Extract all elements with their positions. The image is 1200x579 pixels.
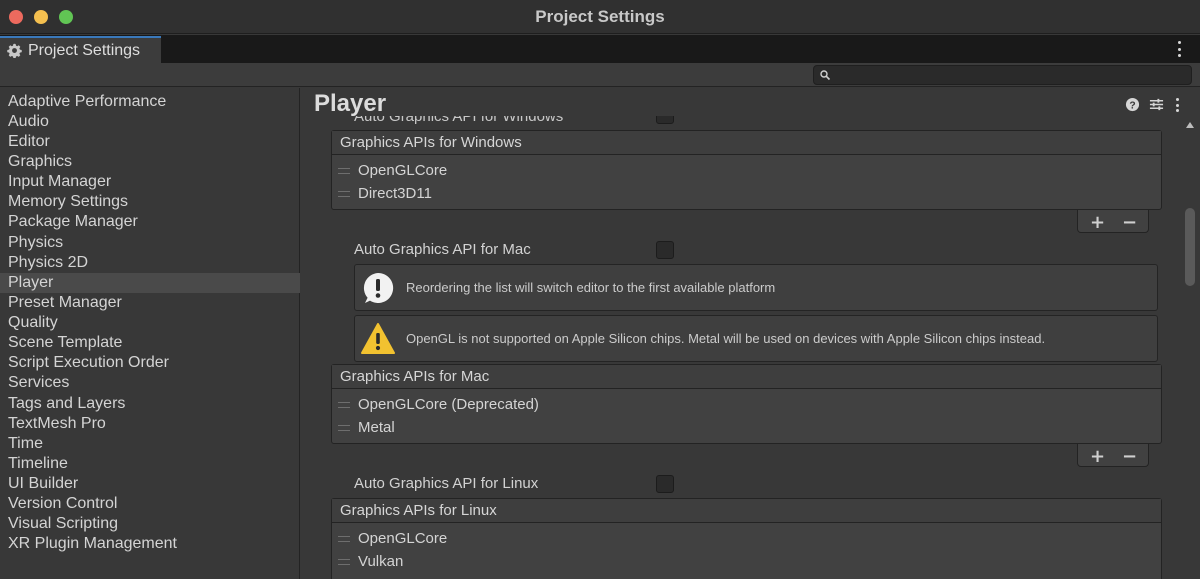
warning-message: OpenGL is not supported on Apple Silicon… [406, 331, 1046, 346]
sidebar-item-physics[interactable]: Physics [0, 233, 300, 253]
list-item-label: Metal [358, 419, 395, 436]
list-header: Graphics APIs for Mac [332, 365, 1161, 389]
warning-helpbox: OpenGL is not supported on Apple Silicon… [354, 315, 1158, 362]
sidebar-item-script-execution-order[interactable]: Script Execution Order [0, 353, 300, 373]
mac-list-footer: + − [1077, 444, 1149, 467]
drag-handle-icon[interactable] [338, 401, 350, 408]
info-helpbox: Reordering the list will switch editor t… [354, 264, 1158, 311]
sidebar-item-adaptive-performance[interactable]: Adaptive Performance [0, 92, 300, 112]
sidebar-item-package-manager[interactable]: Package Manager [0, 212, 300, 232]
settings-sidebar: Adaptive Performance Audio Editor Graphi… [0, 88, 300, 579]
list-item[interactable]: Metal [332, 416, 1161, 439]
sidebar-item-preset-manager[interactable]: Preset Manager [0, 293, 300, 313]
info-message: Reordering the list will switch editor t… [406, 280, 776, 295]
settings-scroll-content: Auto Graphics API for Windows Graphics A… [302, 88, 1182, 579]
drag-handle-icon[interactable] [338, 558, 350, 565]
sidebar-item-quality[interactable]: Quality [0, 313, 300, 333]
list-item[interactable]: OpenGLCore (Deprecated) [332, 393, 1161, 416]
sidebar-item-version-control[interactable]: Version Control [0, 494, 300, 514]
drag-handle-icon[interactable] [338, 190, 350, 197]
sidebar-item-scene-template[interactable]: Scene Template [0, 333, 300, 353]
presets-icon[interactable] [1149, 97, 1164, 112]
sidebar-item-textmesh-pro[interactable]: TextMesh Pro [0, 414, 300, 434]
drag-handle-icon[interactable] [338, 424, 350, 431]
add-api-button[interactable]: + [1090, 446, 1105, 467]
auto-graphics-api-linux-checkbox[interactable] [656, 475, 674, 493]
list-item-label: Vulkan [358, 553, 404, 570]
sidebar-item-input-manager[interactable]: Input Manager [0, 172, 300, 192]
info-icon [363, 272, 394, 303]
tab-project-settings[interactable]: Project Settings [0, 36, 161, 63]
panel-header: Player ? [302, 88, 1200, 117]
sidebar-item-services[interactable]: Services [0, 373, 300, 393]
list-item[interactable]: Direct3D11 [332, 182, 1161, 205]
auto-graphics-api-linux-label: Auto Graphics API for Linux [354, 475, 539, 492]
list-item-label: OpenGLCore [358, 530, 448, 547]
sidebar-item-memory-settings[interactable]: Memory Settings [0, 192, 300, 212]
search-input[interactable] [813, 65, 1192, 85]
window-title: Project Settings [535, 7, 665, 26]
sidebar-item-player[interactable]: Player [0, 273, 300, 293]
list-item-label: Direct3D11 [358, 185, 432, 202]
vertical-scrollbar[interactable] [1182, 118, 1198, 579]
title-bar: Project Settings [0, 0, 1200, 34]
page-title: Player [314, 90, 387, 117]
search-icon [820, 70, 831, 81]
list-item-label: OpenGLCore (Deprecated) [358, 396, 539, 413]
list-item[interactable]: OpenGLCore [332, 527, 1161, 550]
more-options-icon[interactable] [1176, 98, 1182, 112]
list-header: Graphics APIs for Linux [332, 499, 1161, 523]
list-header: Graphics APIs for Windows [332, 131, 1161, 155]
sidebar-item-visual-scripting[interactable]: Visual Scripting [0, 514, 300, 534]
sidebar-item-graphics[interactable]: Graphics [0, 152, 300, 172]
sidebar-item-xr-plugin-management[interactable]: XR Plugin Management [0, 534, 300, 554]
sidebar-item-editor[interactable]: Editor [0, 132, 300, 152]
graphics-apis-mac-list: Graphics APIs for Mac OpenGLCore (Deprec… [331, 364, 1162, 444]
toolbar [0, 63, 1200, 87]
windows-list-footer: + − [1077, 210, 1149, 233]
tab-menu-icon[interactable] [1178, 41, 1182, 57]
add-api-button[interactable]: + [1090, 212, 1105, 233]
scrollbar-thumb[interactable] [1185, 208, 1195, 286]
sidebar-item-ui-builder[interactable]: UI Builder [0, 474, 300, 494]
gear-icon [7, 43, 22, 58]
svg-text:?: ? [1129, 100, 1135, 111]
remove-api-button[interactable]: − [1122, 446, 1137, 467]
sidebar-item-timeline[interactable]: Timeline [0, 454, 300, 474]
list-item[interactable]: OpenGLCore [332, 159, 1161, 182]
tab-label: Project Settings [28, 41, 141, 59]
warning-icon [361, 322, 395, 354]
auto-graphics-api-mac-label: Auto Graphics API for Mac [354, 241, 531, 258]
player-settings-panel: Auto Graphics API for Windows Graphics A… [302, 88, 1200, 579]
drag-handle-icon[interactable] [338, 535, 350, 542]
list-item[interactable]: Vulkan [332, 550, 1161, 573]
sidebar-item-audio[interactable]: Audio [0, 112, 300, 132]
graphics-apis-linux-list: Graphics APIs for Linux OpenGLCore Vulka… [331, 498, 1162, 579]
sidebar-item-time[interactable]: Time [0, 434, 300, 454]
sidebar-item-tags-and-layers[interactable]: Tags and Layers [0, 394, 300, 414]
list-item-label: OpenGLCore [358, 162, 448, 179]
sidebar-item-physics-2d[interactable]: Physics 2D [0, 253, 300, 273]
scroll-up-icon[interactable] [1186, 122, 1194, 128]
graphics-apis-windows-list: Graphics APIs for Windows OpenGLCore Dir… [331, 130, 1162, 210]
remove-api-button[interactable]: − [1122, 212, 1137, 233]
tab-strip: Project Settings [0, 35, 1200, 63]
auto-graphics-api-mac-checkbox[interactable] [656, 241, 674, 259]
drag-handle-icon[interactable] [338, 167, 350, 174]
help-icon[interactable]: ? [1125, 97, 1140, 112]
